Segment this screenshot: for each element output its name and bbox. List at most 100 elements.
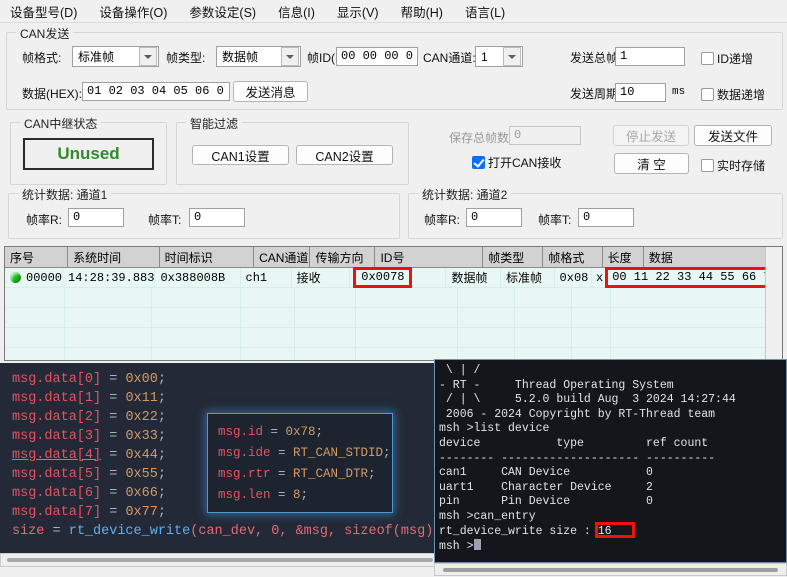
clear-button[interactable]: 清 空 [614, 153, 689, 174]
scrollbar-thumb[interactable] [443, 567, 778, 572]
terminal-line: msh >list device [439, 422, 550, 436]
cell-empty [64, 288, 152, 308]
col-system-time[interactable]: 系统时间 [68, 247, 160, 267]
cell-empty [610, 288, 782, 308]
cell-empty [294, 288, 357, 308]
code-op: = [101, 486, 126, 501]
cell-direction: 接收 [291, 268, 351, 288]
terminal-line: pin Pin Device 0 [439, 495, 653, 509]
terminal-horizontal-scrollbar[interactable] [434, 563, 787, 576]
overlay-var: msg.ide [218, 446, 271, 460]
col-direction[interactable]: 传输方向 [310, 247, 376, 267]
data-increment-checkbox[interactable]: 数据递增 [701, 86, 765, 103]
total-frames-input[interactable] [615, 47, 685, 66]
ch1-rate-r-value [68, 208, 124, 227]
menu-item-display[interactable]: 显示(V) [335, 0, 381, 23]
menu-item-info[interactable]: 信息(I) [276, 0, 317, 23]
can1-settings-button[interactable]: CAN1设置 [192, 145, 289, 165]
menu-item-language[interactable]: 语言(L) [463, 0, 507, 23]
cell-empty [151, 288, 242, 308]
app-window: 设备型号(D) 设备操作(O) 参数设定(S) 信息(I) 显示(V) 帮助(H… [0, 0, 787, 577]
cell-empty [64, 328, 152, 348]
code-end: ; [157, 410, 166, 425]
cell-index-value: 00000 [26, 270, 63, 285]
cell-empty [356, 288, 459, 308]
code-var: msg.data[2] [12, 410, 102, 425]
cell-empty [515, 328, 572, 348]
can-channel-value: 1 [481, 49, 488, 64]
cell-length: 0x08 [554, 268, 592, 288]
code-var: msg.data[7] [12, 505, 102, 520]
period-input[interactable] [615, 83, 666, 102]
col-index[interactable]: 序号 [5, 247, 69, 267]
realtime-store-checkbox[interactable]: 实时存储 [701, 157, 765, 174]
code-var-underlined[interactable]: msg.data[4] [12, 448, 101, 463]
cell-empty [5, 308, 65, 328]
data-increment-label: 数据递增 [717, 88, 766, 102]
col-frame-format[interactable]: 帧格式 [543, 247, 603, 267]
cell-empty [295, 348, 357, 360]
cell-empty [356, 328, 459, 348]
menu-item-help[interactable]: 帮助(H) [399, 0, 445, 23]
col-frame-type[interactable]: 帧类型 [483, 247, 544, 267]
code-var: msg.data[1] [12, 391, 102, 406]
code-end: ; [157, 372, 166, 387]
cell-data-wrap: x 00 11 22 33 44 55 66 77 [592, 267, 782, 288]
send-message-button[interactable]: 发送消息 [233, 81, 308, 102]
code-end: ; [157, 448, 166, 463]
cell-empty [5, 288, 65, 308]
terminal-line: can1 CAN Device 0 [439, 466, 653, 480]
col-length[interactable]: 长度 [603, 247, 644, 267]
cell-empty [241, 288, 295, 308]
frame-id-input[interactable] [336, 47, 418, 66]
can-channel-select[interactable]: 1 [475, 46, 523, 67]
table-vertical-scrollbar[interactable] [765, 247, 782, 360]
cell-empty [294, 328, 357, 348]
code-horizontal-scrollbar[interactable] [0, 553, 440, 567]
message-table[interactable]: 序号 系统时间 时间标识 CAN通道 传输方向 ID号 帧类型 帧格式 长度 数… [4, 246, 783, 361]
open-can-receive-label: 打开CAN接收 [488, 156, 562, 170]
data-hex-input[interactable] [82, 82, 230, 101]
code-num: 0x77 [125, 505, 158, 520]
overlay-op: = [270, 446, 294, 460]
cell-empty [151, 328, 242, 348]
id-increment-checkbox[interactable]: ID递增 [701, 50, 753, 67]
stop-send-button[interactable]: 停止发送 [613, 125, 689, 146]
frame-format-select[interactable]: 标准帧 [72, 46, 159, 67]
code-op: = [101, 467, 126, 482]
overlay-val: RT_CAN_DTR [293, 467, 369, 481]
code-var: size [12, 524, 45, 539]
table-row-empty[interactable] [5, 328, 782, 348]
code-num: 0x00 [125, 372, 158, 387]
table-row-empty[interactable] [5, 288, 782, 308]
table-row-empty[interactable] [5, 308, 782, 328]
menu-item-device-model[interactable]: 设备型号(D) [8, 0, 79, 23]
code-end: ; [157, 467, 166, 482]
col-timestamp[interactable]: 时间标识 [160, 247, 255, 267]
cell-system-time: 14:28:39.883 [63, 268, 156, 288]
ch2-rate-t-label: 帧率T: [538, 213, 572, 227]
frame-type-select[interactable]: 数据帧 [216, 46, 301, 67]
overlay-line: msg.ide = RT_CAN_STDID; [218, 443, 392, 464]
cell-empty [5, 348, 65, 360]
table-row[interactable]: 00000 14:28:39.883 0x388008B ch1 接收 0x00… [5, 267, 782, 288]
code-args: (can_dev, 0, &msg, sizeof(msg)); [190, 524, 450, 539]
col-id[interactable]: ID号 [375, 247, 484, 267]
cell-empty [458, 288, 516, 308]
col-data[interactable]: 数据 [644, 247, 782, 267]
terminal-line: / | \ 5.2.0 build Aug 3 2024 14:27:44 [439, 393, 736, 407]
saved-frames-label: 保存总帧数: [449, 131, 513, 145]
open-can-receive-checkbox[interactable]: 打开CAN接收 [472, 154, 561, 171]
cell-empty [152, 348, 242, 360]
scrollbar-thumb[interactable] [7, 558, 433, 562]
menu-item-device-operation[interactable]: 设备操作(O) [97, 0, 169, 23]
code-num: 0x11 [125, 391, 158, 406]
cell-data-prefix: x [596, 270, 604, 285]
code-end: ; [157, 429, 166, 444]
send-file-button[interactable]: 发送文件 [694, 125, 772, 146]
col-can-channel[interactable]: CAN通道 [254, 247, 311, 267]
ch1-rate-t-value [189, 208, 245, 227]
menu-item-parameter-settings[interactable]: 参数设定(S) [187, 0, 258, 23]
can2-settings-button[interactable]: CAN2设置 [296, 145, 393, 165]
relay-status-legend: CAN中继状态 [20, 115, 102, 132]
